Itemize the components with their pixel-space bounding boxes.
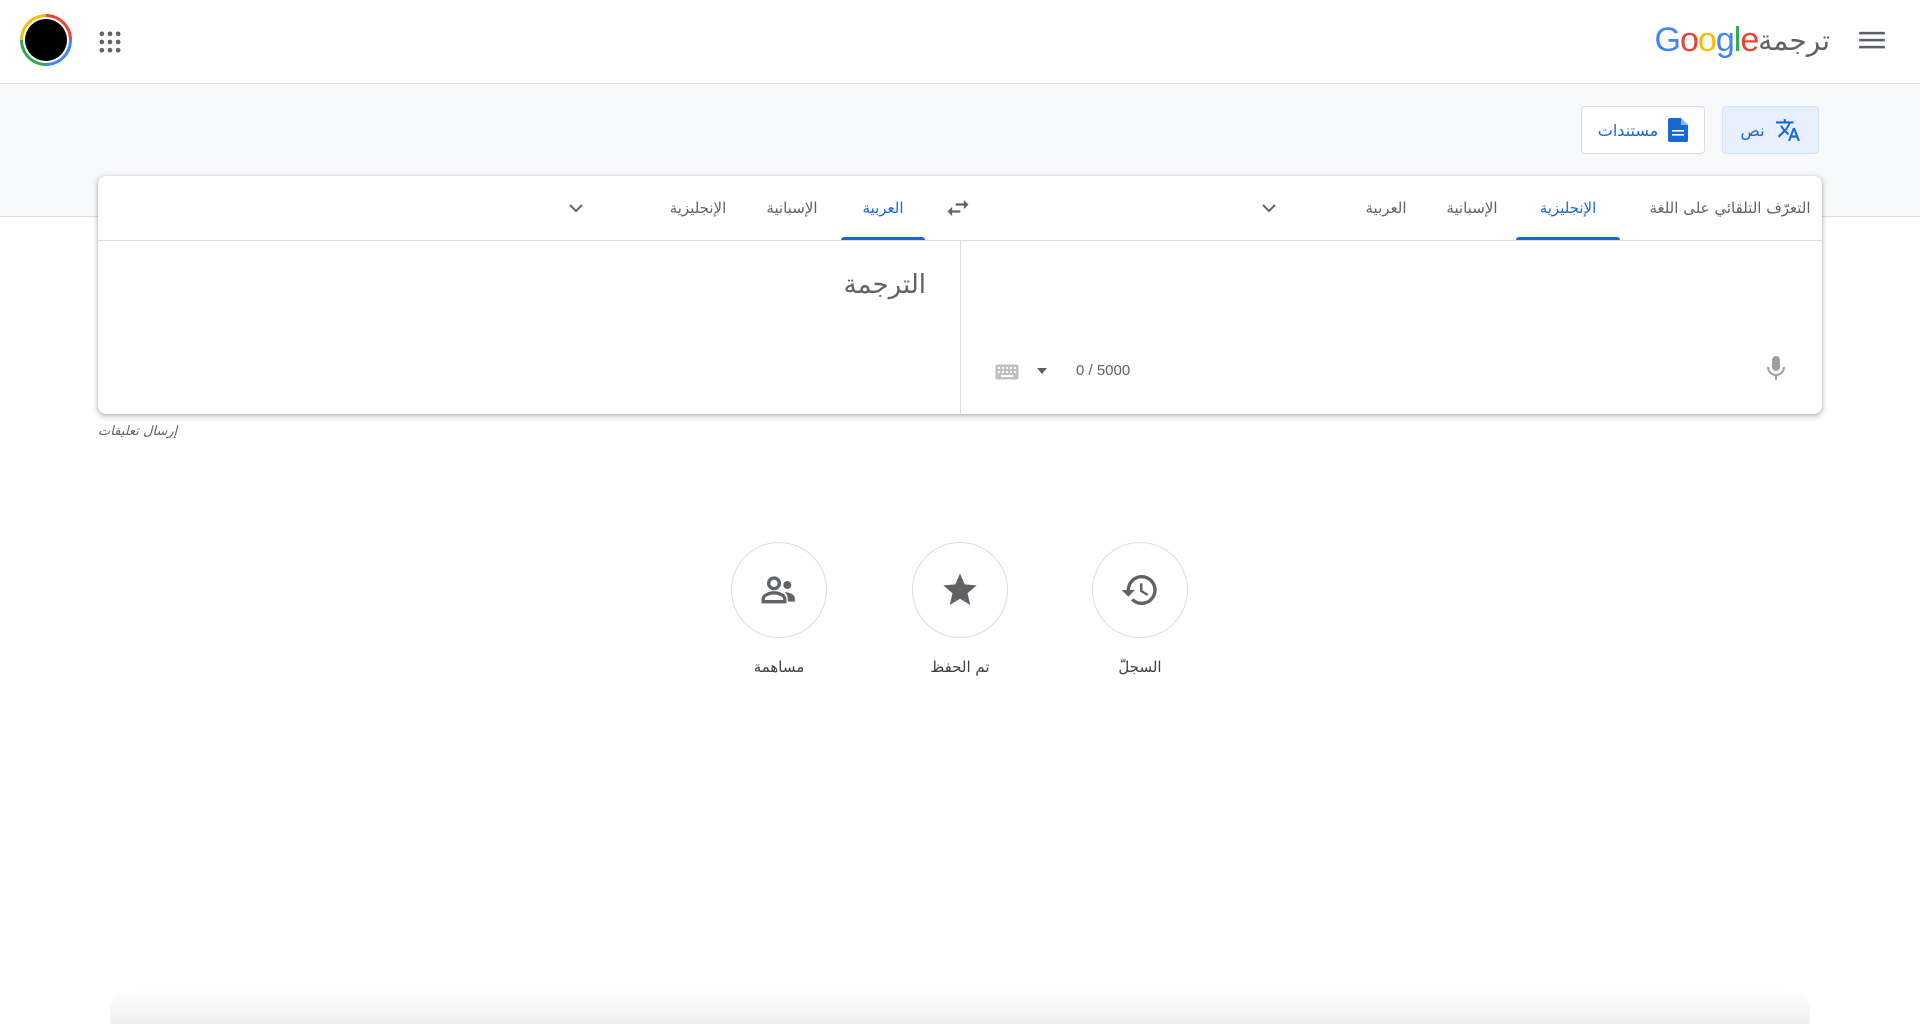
tab-source-english[interactable]: الإنجليزية	[1516, 176, 1620, 240]
tab-label: الإنجليزية	[1539, 199, 1597, 217]
documents-mode-label: مستندات	[1597, 120, 1659, 140]
saved-shortcut[interactable]: تم الحفظ	[912, 542, 1008, 676]
text-mode-button[interactable]: نص	[1722, 106, 1819, 154]
panes-divider	[960, 241, 961, 414]
input-tools-caret-icon[interactable]	[1036, 366, 1048, 376]
product-name: ترجمة	[1758, 23, 1830, 57]
avatar-image	[25, 19, 67, 61]
translate-icon	[1775, 119, 1800, 141]
tab-target-arabic[interactable]: العربية	[841, 176, 925, 240]
tab-label: الإنجليزية	[669, 199, 727, 217]
saved-label: تم الحفظ	[930, 658, 990, 676]
microphone-icon[interactable]	[1764, 354, 1788, 382]
bottom-panel-edge	[110, 990, 1810, 1024]
history-button[interactable]	[1092, 542, 1188, 638]
saved-button[interactable]	[912, 542, 1008, 638]
tab-label: العربية	[862, 199, 904, 217]
apps-grid-icon[interactable]	[96, 28, 124, 56]
contribute-shortcut[interactable]: مساهمة	[731, 542, 827, 676]
document-icon	[1668, 118, 1689, 142]
source-languages-chevron-down-icon[interactable]	[1257, 196, 1281, 220]
history-icon	[1121, 575, 1157, 605]
tab-source-arabic[interactable]: العربية	[1348, 176, 1424, 240]
avatar-ring	[23, 17, 69, 63]
history-shortcut[interactable]: السجلّ	[1092, 542, 1188, 676]
keyboard-icon[interactable]	[995, 364, 1019, 380]
tab-target-spanish[interactable]: الإسبانية	[752, 176, 832, 240]
top-bar: Google ترجمة	[0, 0, 1920, 84]
tab-label: الإسبانية	[766, 199, 818, 217]
star-icon	[943, 573, 977, 605]
community-icon	[761, 576, 795, 604]
send-feedback-link[interactable]: إرسال تعليقات	[98, 424, 177, 439]
documents-mode-button[interactable]: مستندات	[1581, 106, 1705, 154]
google-wordmark: Google	[1654, 20, 1760, 59]
character-count: 0 / 5000	[1076, 362, 1131, 379]
target-languages-chevron-down-icon[interactable]	[564, 196, 588, 220]
tab-target-english[interactable]: الإنجليزية	[651, 176, 745, 240]
tab-label: العربية	[1365, 199, 1407, 217]
tab-detect-language[interactable]: التعرّف التلقائي على اللغة	[1638, 176, 1822, 240]
translation-output: الترجمة	[843, 270, 926, 300]
google-translate-logo[interactable]: Google ترجمة	[1655, 20, 1834, 60]
account-avatar[interactable]	[20, 14, 72, 66]
history-label: السجلّ	[1118, 658, 1162, 676]
contribute-label: مساهمة	[753, 658, 805, 676]
hamburger-menu-icon[interactable]	[1858, 28, 1886, 52]
tab-label: الإسبانية	[1446, 199, 1498, 217]
contribute-button[interactable]	[731, 542, 827, 638]
text-mode-label: نص	[1740, 120, 1765, 140]
swap-languages-icon[interactable]	[944, 194, 972, 222]
translation-card: التعرّف التلقائي على اللغة الإنجليزية ال…	[98, 176, 1822, 414]
tab-label: التعرّف التلقائي على اللغة	[1649, 199, 1811, 217]
tab-source-spanish[interactable]: الإسبانية	[1432, 176, 1512, 240]
